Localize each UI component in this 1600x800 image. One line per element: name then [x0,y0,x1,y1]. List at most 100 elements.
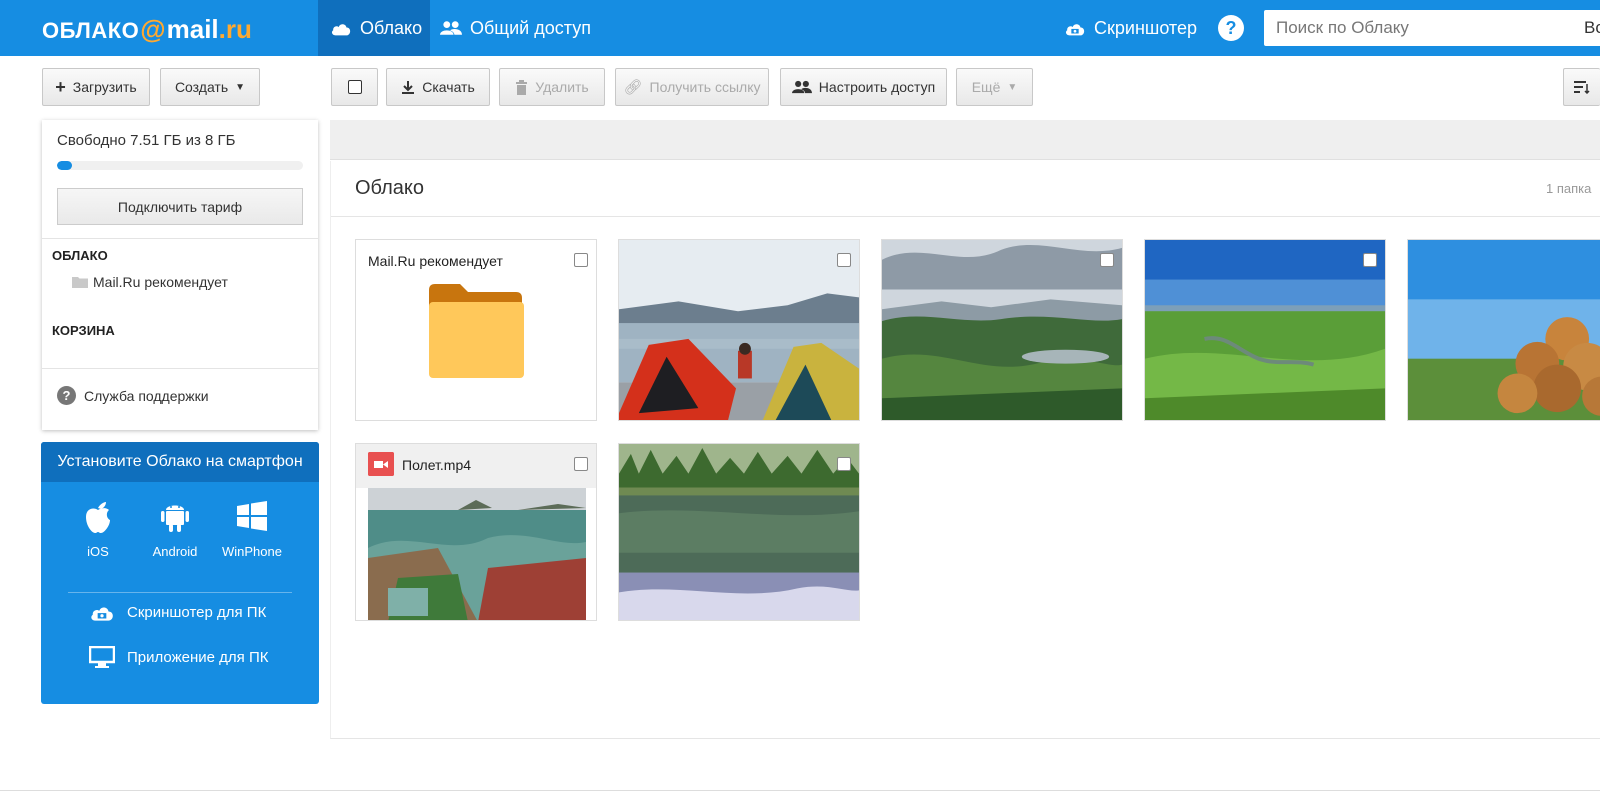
quota-bar [57,161,303,170]
support-label: Служба поддержки [84,387,209,404]
connect-tariff-button[interactable]: Подключить тариф [57,188,303,225]
create-button[interactable]: Создать ▼ [160,68,260,106]
support-link[interactable]: ? Служба поддержки [57,386,209,405]
item-checkbox[interactable] [574,457,588,471]
divider [68,592,292,593]
item-checkbox[interactable] [1100,253,1114,267]
logo[interactable]: ОБЛАКО @ mail .ru [42,14,252,44]
trash-section-title[interactable]: КОРЗИНА [52,323,115,338]
upload-strip [330,120,1600,160]
delete-label: Удалить [535,79,589,95]
item-checkbox[interactable] [837,253,851,267]
divider [42,368,318,369]
winphone-label: WinPhone [222,544,282,559]
photo-thumbnail [1408,240,1600,420]
get-link-label: Получить ссылку [649,79,761,95]
cloud-icon [331,24,351,36]
checkbox-icon [347,80,362,94]
get-link-button[interactable]: 🔗︎ Получить ссылку [615,68,769,106]
create-label: Создать [174,79,229,95]
top-bar: ОБЛАКО @ mail .ru Облако Общий доступ Ск… [0,0,1600,56]
configure-access-label: Настроить доступ [818,79,936,95]
search-placeholder: Поиск по Облаку [1276,18,1409,37]
item-checkbox[interactable] [574,253,588,267]
folder-icon [72,277,88,288]
divider [331,216,1600,217]
cloud-section-title[interactable]: ОБЛАКО [52,248,108,263]
folder-tile[interactable]: Mail.Ru рекомендует [355,239,597,421]
image-tile-forest-lake[interactable] [618,443,860,621]
search-scope[interactable]: Вс [1584,10,1600,46]
tab-shared-access-label: Общий доступ [470,17,591,38]
file-area: Облако 1 папка Mail.Ru рекомендует Полет… [330,161,1600,739]
quota-fill [57,161,72,170]
quota-text: Свободно 7.51 ГБ из 8 ГБ [57,132,236,149]
caret-down-icon: ▼ [235,81,246,93]
screenshoter-link[interactable]: Скриншотер [1064,0,1197,56]
sidebar-panel: Свободно 7.51 ГБ из 8 ГБ Подключить тари… [42,120,318,430]
help-circle-icon: ? [57,386,76,405]
divider [0,790,1600,791]
users-icon [440,21,462,35]
configure-access-button[interactable]: Настроить доступ [780,68,947,106]
pc-app-label: Приложение для ПК [127,648,269,666]
android-icon [161,505,189,532]
apple-icon [86,502,110,533]
monitor-icon [89,646,115,668]
item-checkbox[interactable] [837,457,851,471]
winphone-app-link[interactable]: WinPhone [217,498,287,559]
cloud-camera-icon [1065,24,1085,36]
tab-shared-access[interactable]: Общий доступ [440,0,591,56]
image-tile-hay-bales[interactable] [1407,239,1600,421]
image-tile-green-plain[interactable] [1144,239,1386,421]
photo-thumbnail [882,240,1122,420]
download-button[interactable]: Скачать [386,68,490,106]
sort-icon [1574,81,1590,94]
plus-icon: + [55,76,66,97]
download-label: Скачать [422,79,475,95]
search-input[interactable]: Поиск по Облаку [1264,10,1600,46]
video-thumbnail [368,488,586,620]
item-checkbox[interactable] [1363,253,1377,267]
sort-button[interactable] [1563,68,1600,106]
cloud-camera-icon [91,607,113,621]
help-button[interactable]: ? [1218,15,1244,41]
delete-button[interactable]: Удалить [499,68,605,106]
photo-thumbnail [619,240,859,420]
windows-icon [237,501,267,531]
trash-icon [516,79,528,95]
screenshoter-label: Скриншотер [1094,17,1197,38]
apps-panel-title: Установите Облако на смартфон [41,442,319,482]
sidebar-item-mailru-recommends[interactable]: Mail.Ru рекомендует [72,274,228,290]
logo-at: @ [140,14,166,44]
logo-part-1: ОБЛАКО [42,18,140,43]
more-button[interactable]: Ещё ▼ [956,68,1033,106]
upload-button[interactable]: + Загрузить [42,68,150,106]
ios-app-link[interactable]: iOS [63,498,133,559]
pc-app-link[interactable]: Приложение для ПК [89,646,268,668]
android-label: Android [152,544,198,559]
photo-thumbnail [1145,240,1385,420]
image-tile-mountain-valley[interactable] [881,239,1123,421]
tab-cloud-label: Облако [360,17,423,38]
link-icon: 🔗︎ [623,79,643,96]
image-tile-tents[interactable] [618,239,860,421]
screenshoter-pc-link[interactable]: Скриншотер для ПК [89,602,266,622]
ios-label: iOS [87,544,109,559]
items-count: 1 папка [1546,181,1592,196]
video-camera-icon [368,452,394,476]
page-title: Облако [355,177,425,199]
divider [42,238,318,239]
install-apps-panel: Установите Облако на смартфон iOS Androi… [41,442,319,704]
upload-label: Загрузить [72,79,137,95]
logo-part-3: .ru [218,14,252,44]
tab-cloud[interactable]: Облако [318,0,430,56]
video-tile[interactable]: Полет.mp4 [355,443,597,621]
photo-thumbnail [619,444,859,620]
folder-name: Mail.Ru рекомендует [368,253,503,269]
sidebar-item-label: Mail.Ru рекомендует [93,274,228,290]
select-all-button[interactable] [331,68,378,106]
download-icon [402,80,415,94]
more-label: Ещё [971,79,1001,95]
android-app-link[interactable]: Android [140,498,210,559]
